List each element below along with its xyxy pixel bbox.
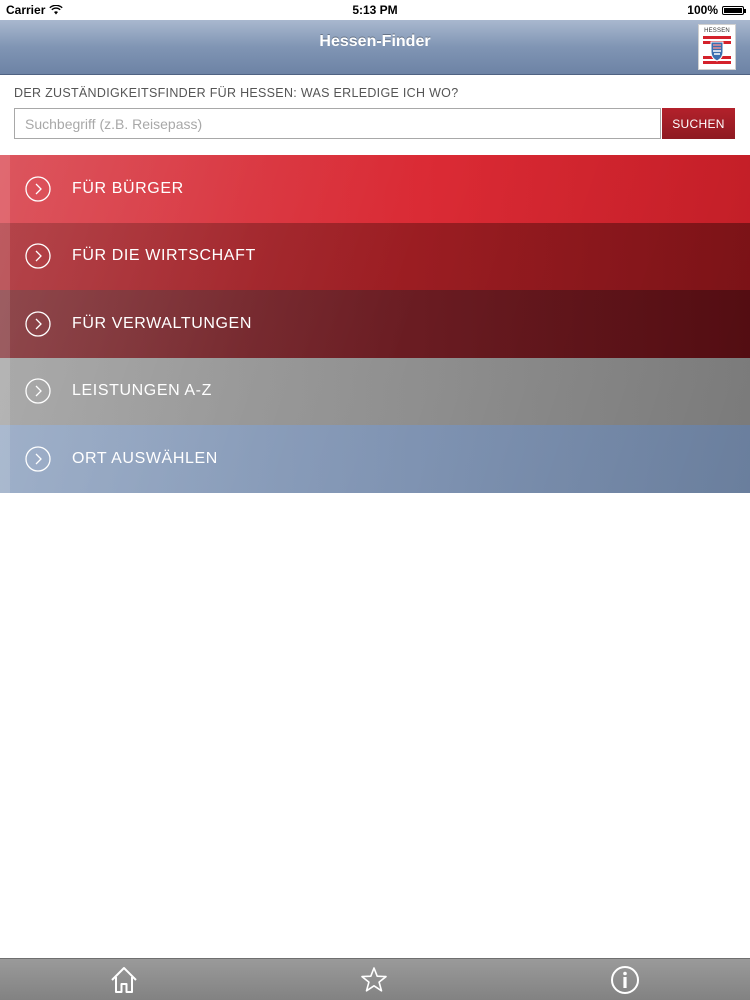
menu-item-verwaltungen[interactable]: FÜR VERWALTUNGEN bbox=[0, 290, 750, 358]
menu-item-label: FÜR BÜRGER bbox=[72, 179, 184, 197]
tab-home[interactable] bbox=[108, 964, 140, 996]
navigation-bar: Hessen-Finder HESSEN bbox=[0, 20, 750, 75]
chevron-right-circle-icon bbox=[25, 243, 51, 269]
chevron-right-circle-icon bbox=[25, 378, 51, 404]
status-battery: 100% bbox=[687, 3, 746, 17]
status-time: 5:13 PM bbox=[352, 3, 398, 17]
menu-item-label: FÜR VERWALTUNGEN bbox=[72, 314, 252, 332]
hessen-coat-of-arms-icon bbox=[703, 36, 731, 64]
category-menu: FÜR BÜRGER FÜR DIE WIRTSCHAFT FÜR VERWAL… bbox=[0, 155, 750, 493]
chevron-right-circle-icon bbox=[25, 176, 51, 202]
menu-item-label: FÜR DIE WIRTSCHAFT bbox=[72, 247, 256, 265]
menu-item-label: ORT AUSWÄHLEN bbox=[72, 449, 218, 467]
search-input[interactable] bbox=[14, 108, 661, 139]
chevron-right-circle-icon bbox=[25, 446, 51, 472]
menu-item-buerger[interactable]: FÜR BÜRGER bbox=[0, 155, 750, 223]
tab-bar bbox=[0, 958, 750, 1000]
star-icon bbox=[361, 967, 387, 992]
menu-item-leistungen-a-z[interactable]: LEISTUNGEN A-Z bbox=[0, 357, 750, 425]
logo-text: HESSEN bbox=[704, 28, 730, 34]
menu-item-label: LEISTUNGEN A-Z bbox=[72, 382, 212, 400]
hessen-logo: HESSEN bbox=[698, 24, 736, 70]
chevron-right-circle-icon bbox=[25, 311, 51, 337]
info-icon bbox=[611, 966, 639, 994]
app-screen: Carrier 5:13 PM 100% Hessen-Finder HESSE… bbox=[0, 0, 750, 1000]
menu-item-wirtschaft[interactable]: FÜR DIE WIRTSCHAFT bbox=[0, 222, 750, 290]
page-title: Hessen-Finder bbox=[319, 33, 431, 50]
menu-item-ort-auswaehlen[interactable]: ORT AUSWÄHLEN bbox=[0, 425, 750, 493]
battery-icon bbox=[722, 5, 746, 15]
status-bar: Carrier 5:13 PM 100% bbox=[0, 0, 750, 20]
tab-favorites[interactable] bbox=[358, 964, 390, 996]
home-icon bbox=[111, 967, 137, 993]
intro-heading: DER ZUSTÄNDIGKEITSFINDER FÜR HESSEN: WAS… bbox=[14, 86, 459, 100]
battery-percent: 100% bbox=[687, 3, 718, 17]
search-button[interactable]: SUCHEN bbox=[662, 108, 735, 139]
tab-info[interactable] bbox=[609, 964, 641, 996]
